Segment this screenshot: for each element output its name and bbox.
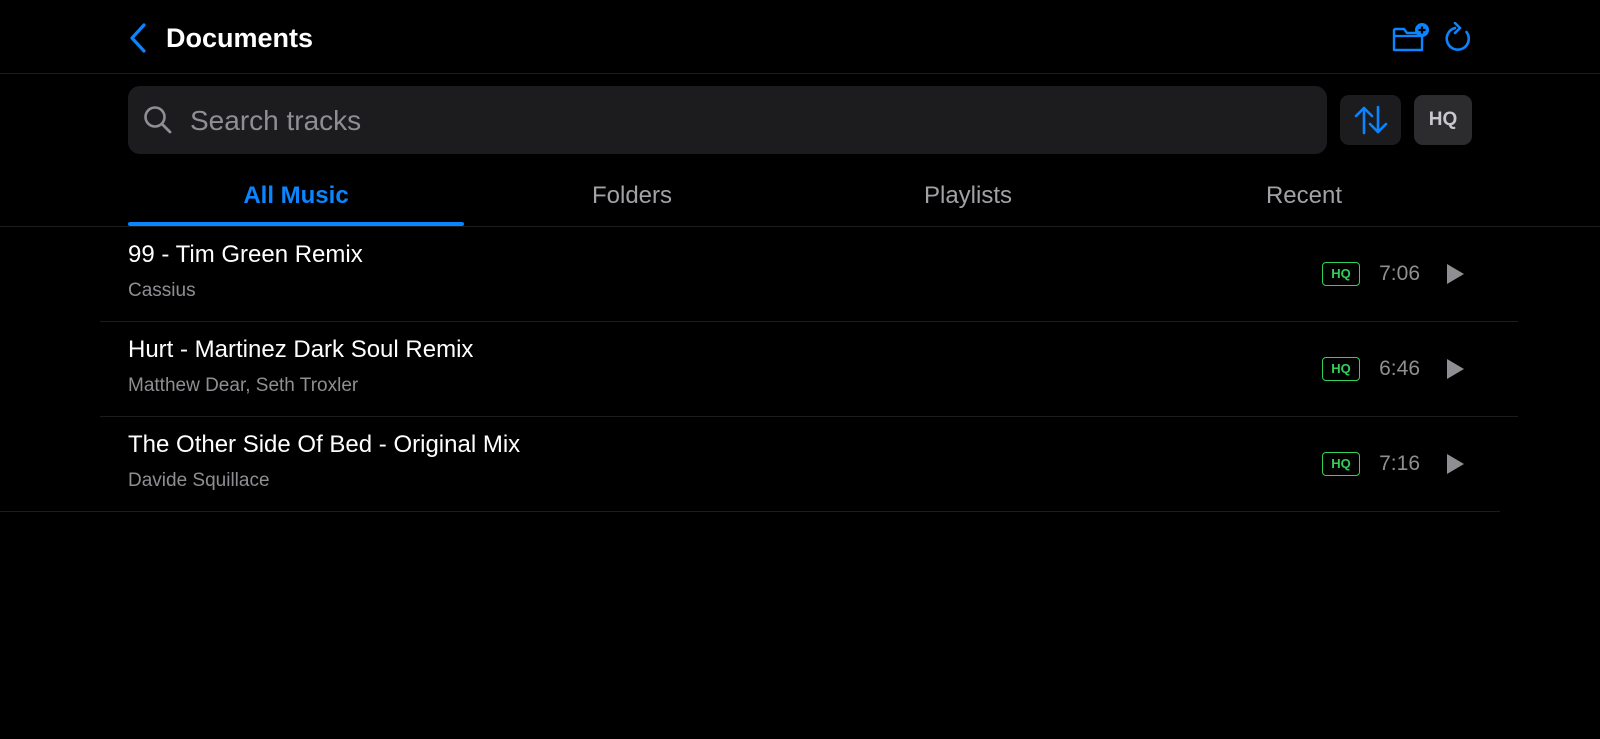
page-title: Documents bbox=[166, 23, 314, 53]
search-input[interactable] bbox=[188, 86, 1312, 156]
tab-folders[interactable]: Folders bbox=[464, 172, 800, 226]
tab-bar: All Music Folders Playlists Recent bbox=[128, 172, 1472, 226]
hq-filter-button[interactable]: HQ bbox=[1414, 95, 1472, 145]
track-duration: 7:16 bbox=[1379, 452, 1420, 475]
play-icon bbox=[1447, 264, 1464, 284]
chevron-left-icon bbox=[130, 23, 146, 53]
tab-all-music[interactable]: All Music bbox=[128, 172, 464, 226]
track-row[interactable]: 99 - Tim Green Remix Cassius HQ 7:06 bbox=[0, 227, 1600, 322]
tab-recent[interactable]: Recent bbox=[1136, 172, 1472, 226]
track-list: 99 - Tim Green Remix Cassius HQ 7:06 Hur… bbox=[0, 227, 1600, 512]
track-title: Hurt - Martinez Dark Soul Remix bbox=[128, 336, 474, 363]
hq-badge: HQ bbox=[1322, 452, 1360, 476]
track-artist: Davide Squillace bbox=[128, 470, 270, 491]
search-icon bbox=[144, 106, 172, 134]
sort-button[interactable] bbox=[1340, 95, 1401, 145]
app-window: Documents Search tracks HQ All Music Fol… bbox=[0, 0, 1600, 739]
header-bar: Documents bbox=[0, 0, 1600, 74]
hq-badge: HQ bbox=[1322, 357, 1360, 381]
track-artist: Cassius bbox=[128, 280, 196, 301]
track-title: 99 - Tim Green Remix bbox=[128, 241, 363, 268]
refresh-button[interactable] bbox=[1438, 18, 1478, 58]
track-row[interactable]: The Other Side Of Bed - Original Mix Dav… bbox=[0, 417, 1600, 512]
add-folder-button[interactable] bbox=[1391, 18, 1431, 58]
refresh-icon bbox=[1445, 22, 1471, 51]
track-artist: Matthew Dear, Seth Troxler bbox=[128, 375, 359, 396]
track-duration: 7:06 bbox=[1379, 262, 1420, 285]
play-icon bbox=[1447, 359, 1464, 379]
play-button[interactable] bbox=[1440, 352, 1470, 386]
search-bar[interactable] bbox=[128, 86, 1327, 156]
folder-add-icon bbox=[1392, 23, 1429, 52]
row-divider bbox=[0, 511, 1500, 512]
play-button[interactable] bbox=[1440, 257, 1470, 291]
play-icon bbox=[1447, 454, 1464, 474]
track-row[interactable]: Hurt - Martinez Dark Soul Remix Matthew … bbox=[0, 322, 1600, 417]
play-button[interactable] bbox=[1440, 447, 1470, 481]
hq-badge: HQ bbox=[1322, 262, 1360, 286]
track-title: The Other Side Of Bed - Original Mix bbox=[128, 431, 521, 458]
track-duration: 6:46 bbox=[1379, 357, 1420, 380]
sort-icon bbox=[1354, 105, 1387, 135]
tab-playlists[interactable]: Playlists bbox=[800, 172, 1136, 226]
back-button[interactable] bbox=[124, 20, 152, 56]
